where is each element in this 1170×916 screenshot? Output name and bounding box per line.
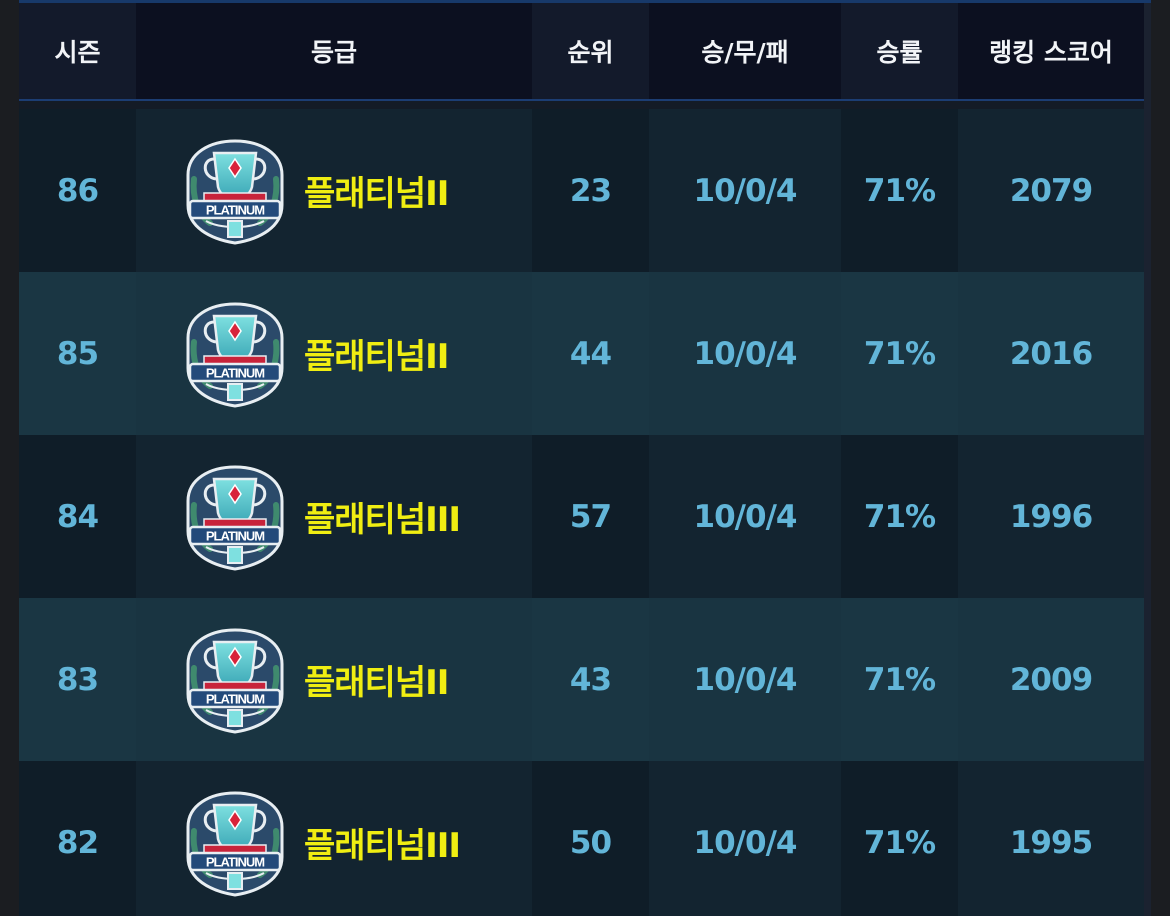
rank-value: 57 xyxy=(569,498,612,535)
win-rate-cell: 71% xyxy=(841,761,958,916)
rank-value: 23 xyxy=(569,172,612,209)
season-cell: 86 xyxy=(19,109,136,272)
season-value: 83 xyxy=(56,661,99,698)
tier-cell: PLATINUM 플래티넘III xyxy=(136,435,532,598)
badge-label: PLATINUM xyxy=(206,854,264,869)
badge-label: PLATINUM xyxy=(206,202,264,217)
season-cell: 85 xyxy=(19,272,136,435)
tier-name: 플래티넘III xyxy=(304,500,461,540)
table-row[interactable]: 84 PLATINUM 플래티넘III 57 10/0/4 71% 1996 xyxy=(19,435,1144,598)
rank-cell: 57 xyxy=(532,435,649,598)
rank-cell: 50 xyxy=(532,761,649,916)
record-cell: 10/0/4 xyxy=(649,598,841,761)
season-value: 82 xyxy=(56,824,99,861)
platinum-trophy-icon: PLATINUM xyxy=(186,464,284,571)
rank-value: 44 xyxy=(569,335,612,372)
season-value: 84 xyxy=(56,498,99,535)
record-value: 10/0/4 xyxy=(693,172,798,209)
badge-label: PLATINUM xyxy=(206,365,264,380)
rank-value: 43 xyxy=(569,661,612,698)
season-cell: 83 xyxy=(19,598,136,761)
score-cell: 1995 xyxy=(958,761,1144,916)
tier-cell: PLATINUM 플래티넘II xyxy=(136,109,532,272)
record-cell: 10/0/4 xyxy=(649,435,841,598)
tier-cell: PLATINUM 플래티넘II xyxy=(136,272,532,435)
badge-label: PLATINUM xyxy=(206,691,264,706)
win-rate-value: 71% xyxy=(863,824,936,861)
season-cell: 84 xyxy=(19,435,136,598)
record-value: 10/0/4 xyxy=(693,661,798,698)
score-value: 2079 xyxy=(1009,172,1093,209)
score-value: 2016 xyxy=(1009,335,1093,372)
table-row[interactable]: 82 PLATINUM 플래티넘III 50 10/0/4 71% 1995 xyxy=(19,761,1144,916)
record-cell: 10/0/4 xyxy=(649,272,841,435)
table-row[interactable]: 86 PLATINUM 플래티넘II 23 10/0/4 71% 2079 xyxy=(19,109,1144,272)
rank-cell: 23 xyxy=(532,109,649,272)
column-header-record: 승/무/패 xyxy=(649,3,841,101)
platinum-trophy-icon: PLATINUM xyxy=(186,138,284,245)
scrollbar[interactable] xyxy=(1144,3,1151,916)
record-cell: 10/0/4 xyxy=(649,109,841,272)
score-cell: 1996 xyxy=(958,435,1144,598)
column-header-score: 랭킹 스코어 xyxy=(958,3,1144,101)
season-value: 85 xyxy=(56,335,99,372)
table-row[interactable]: 85 PLATINUM 플래티넘II 44 10/0/4 71% 2016 xyxy=(19,272,1144,435)
win-rate-cell: 71% xyxy=(841,109,958,272)
tier-name: 플래티넘II xyxy=(304,174,449,214)
rank-cell: 43 xyxy=(532,598,649,761)
season-history-panel: 시즌 등급 순위 승/무/패 승률 랭킹 스코어 86 PLATINUM 플래티… xyxy=(19,0,1151,916)
win-rate-cell: 71% xyxy=(841,598,958,761)
rank-cell: 44 xyxy=(532,272,649,435)
score-cell: 2079 xyxy=(958,109,1144,272)
badge-label: PLATINUM xyxy=(206,528,264,543)
record-value: 10/0/4 xyxy=(693,824,798,861)
platinum-trophy-icon: PLATINUM xyxy=(186,627,284,734)
table-row[interactable]: 83 PLATINUM 플래티넘II 43 10/0/4 71% 2009 xyxy=(19,598,1144,761)
tier-cell: PLATINUM 플래티넘II xyxy=(136,598,532,761)
column-header-rank: 순위 xyxy=(532,3,649,101)
season-cell: 82 xyxy=(19,761,136,916)
score-value: 2009 xyxy=(1009,661,1093,698)
win-rate-value: 71% xyxy=(863,498,936,535)
tier-cell: PLATINUM 플래티넘III xyxy=(136,761,532,916)
column-header-win-rate: 승률 xyxy=(841,3,958,101)
column-header-season: 시즌 xyxy=(19,3,136,101)
season-rank-table: 시즌 등급 순위 승/무/패 승률 랭킹 스코어 86 PLATINUM 플래티… xyxy=(19,3,1144,916)
platinum-trophy-icon: PLATINUM xyxy=(186,790,284,897)
rank-value: 50 xyxy=(569,824,612,861)
score-value: 1995 xyxy=(1009,824,1093,861)
score-cell: 2009 xyxy=(958,598,1144,761)
win-rate-cell: 71% xyxy=(841,435,958,598)
record-cell: 10/0/4 xyxy=(649,761,841,916)
record-value: 10/0/4 xyxy=(693,498,798,535)
tier-name: 플래티넘II xyxy=(304,337,449,377)
tier-name: 플래티넘II xyxy=(304,663,449,703)
column-header-tier: 등급 xyxy=(136,3,532,101)
win-rate-value: 71% xyxy=(863,335,936,372)
win-rate-value: 71% xyxy=(863,661,936,698)
table-header-row: 시즌 등급 순위 승/무/패 승률 랭킹 스코어 xyxy=(19,3,1144,101)
win-rate-value: 71% xyxy=(863,172,936,209)
score-cell: 2016 xyxy=(958,272,1144,435)
score-value: 1996 xyxy=(1009,498,1093,535)
platinum-trophy-icon: PLATINUM xyxy=(186,301,284,408)
win-rate-cell: 71% xyxy=(841,272,958,435)
season-value: 86 xyxy=(56,172,99,209)
tier-name: 플래티넘III xyxy=(304,826,461,866)
record-value: 10/0/4 xyxy=(693,335,798,372)
